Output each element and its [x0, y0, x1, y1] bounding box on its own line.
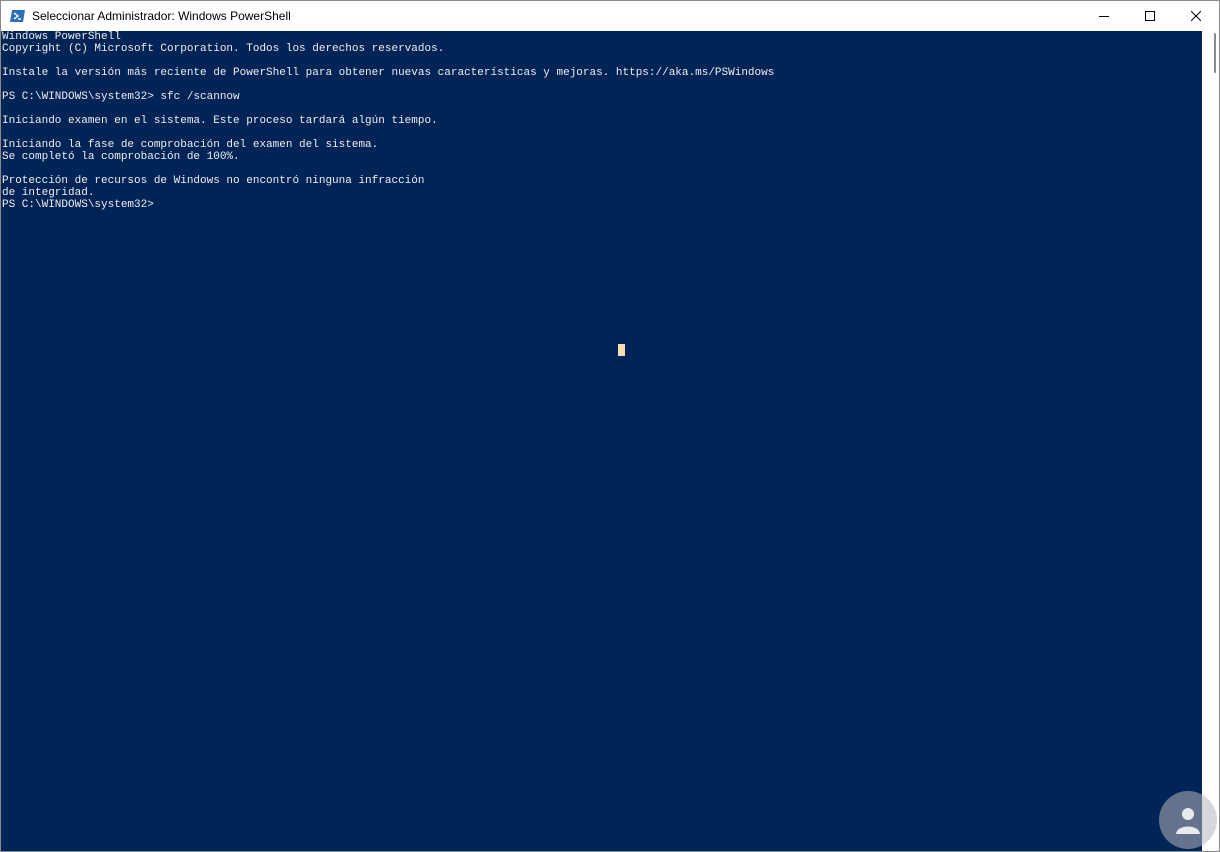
maximize-icon [1145, 11, 1155, 21]
console-line: Protección de recursos de Windows no enc… [2, 175, 425, 187]
minimize-button[interactable] [1081, 1, 1127, 31]
console-line: Iniciando la fase de comprobación del ex… [2, 139, 379, 151]
person-icon [1176, 808, 1200, 834]
powershell-window: Seleccionar Administrador: Windows Power… [0, 0, 1220, 852]
close-icon [1191, 11, 1201, 21]
cursor-caret [618, 344, 625, 356]
title-bar[interactable]: Seleccionar Administrador: Windows Power… [1, 1, 1219, 31]
console-line: Instale la versión más reciente de Power… [2, 67, 775, 79]
console-line: PS C:\WINDOWS\system32> sfc /scannow [2, 91, 240, 103]
close-button[interactable] [1173, 1, 1219, 31]
console-line: Copyright (C) Microsoft Corporation. Tod… [2, 43, 445, 55]
console-line: de integridad. [2, 187, 95, 199]
caption-buttons [1081, 1, 1219, 31]
console-line: Iniciando examen en el sistema. Este pro… [2, 115, 438, 127]
vertical-scrollbar[interactable] [1202, 31, 1219, 851]
console-area[interactable]: Windows PowerShell Copyright (C) Microso… [1, 31, 1202, 851]
console-output: Windows PowerShell Copyright (C) Microso… [2, 31, 774, 211]
watermark-logo-icon [1159, 791, 1217, 849]
console-line: Windows PowerShell [2, 31, 121, 43]
maximize-button[interactable] [1127, 1, 1173, 31]
minimize-icon [1099, 16, 1109, 17]
console-prompt: PS C:\WINDOWS\system32> [2, 199, 154, 211]
scrollbar-thumb[interactable] [1214, 33, 1216, 73]
console-line: Se completó la comprobación de 100%. [2, 151, 240, 163]
window-title: Seleccionar Administrador: Windows Power… [32, 9, 291, 23]
powershell-icon [10, 10, 25, 22]
